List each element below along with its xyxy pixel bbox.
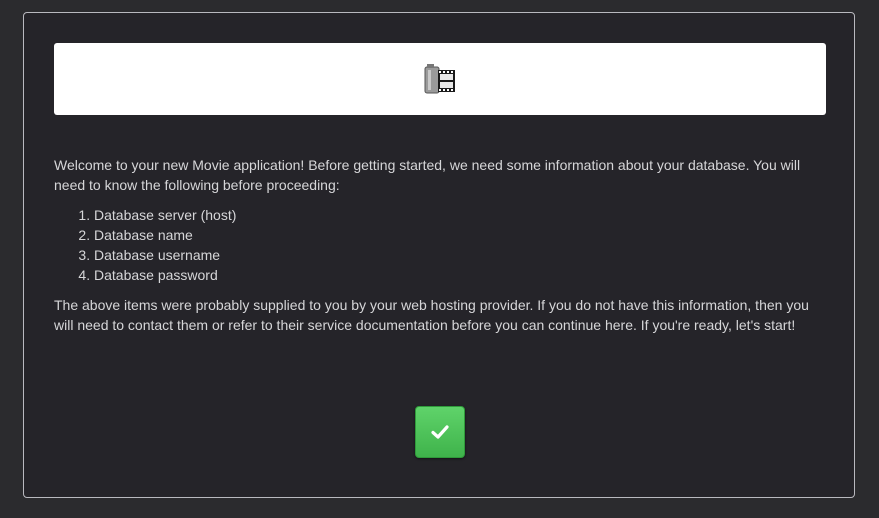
continue-button[interactable] <box>415 406 465 458</box>
requirements-list: Database server (host) Database name Dat… <box>54 205 826 285</box>
note-text: The above items were probably supplied t… <box>54 297 809 333</box>
list-item: Database password <box>94 265 826 285</box>
checkmark-icon <box>431 425 449 439</box>
setup-panel: Welcome to your new Movie application! B… <box>23 12 855 498</box>
list-item: Database name <box>94 225 826 245</box>
intro-text: Welcome to your new Movie application! B… <box>54 157 801 193</box>
list-item: Database username <box>94 245 826 265</box>
film-icon <box>424 64 455 94</box>
setup-instructions: Welcome to your new Movie application! B… <box>54 155 826 335</box>
logo-banner <box>54 43 826 115</box>
list-item: Database server (host) <box>94 205 826 225</box>
